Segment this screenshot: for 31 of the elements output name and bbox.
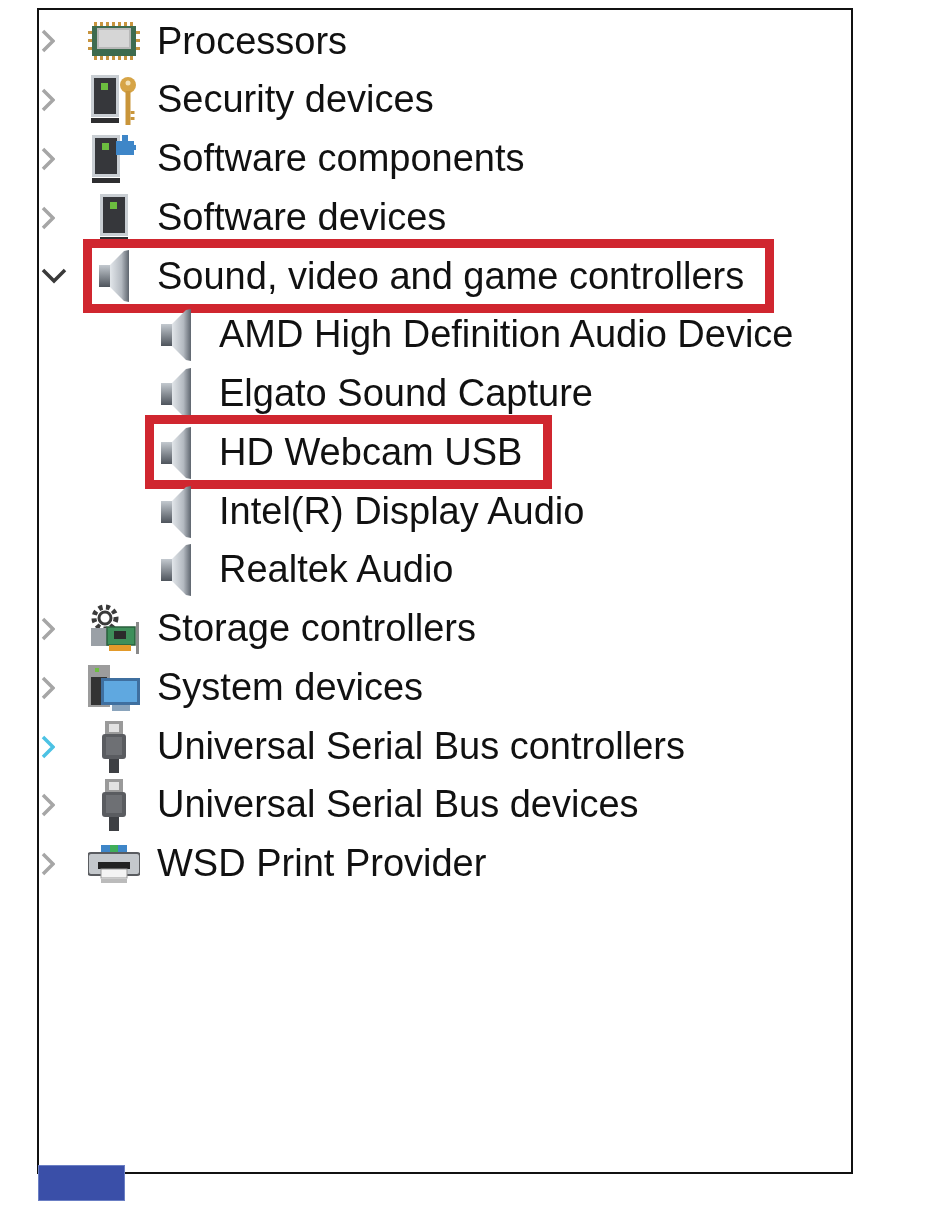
device-category-label[interactable]: Software devices — [157, 195, 447, 240]
usb-plug-icon — [102, 720, 126, 773]
chevron-icon[interactable] — [41, 268, 67, 285]
usb-plug-icon — [102, 779, 126, 832]
device-category-label[interactable]: Software components — [157, 137, 525, 181]
chip-icon — [88, 22, 140, 61]
scrollbar-thumb[interactable] — [38, 1165, 125, 1201]
tower-icon — [100, 193, 128, 242]
speaker-icon — [161, 485, 191, 538]
device-category-label[interactable]: Security devices — [157, 78, 434, 122]
device-label[interactable]: Elgato Sound Capture — [219, 372, 593, 416]
speaker-icon — [161, 544, 191, 597]
device-category-label[interactable]: Universal Serial Bus devices — [157, 783, 639, 828]
speaker-icon — [161, 426, 191, 479]
tower-key-icon — [91, 75, 137, 126]
computer-monitor-icon — [88, 664, 140, 711]
speaker-icon — [99, 250, 129, 303]
device-label[interactable]: HD Webcam USB — [219, 430, 523, 475]
gear-card-icon — [89, 604, 139, 655]
printer-icon — [88, 845, 140, 884]
device-category-label[interactable]: Sound, video and game controllers — [157, 254, 745, 299]
device-label[interactable]: Realtek Audio — [219, 548, 454, 593]
device-category-label[interactable]: WSD Print Provider — [157, 842, 487, 886]
tower-puzzle-icon — [92, 134, 136, 183]
device-category-label[interactable]: System devices — [157, 665, 424, 710]
device-category-label[interactable]: Processors — [157, 19, 348, 64]
device-label[interactable]: AMD High Definition Audio Device — [219, 313, 794, 358]
device-category-label[interactable]: Universal Serial Bus controllers — [157, 724, 685, 769]
device-category-label[interactable]: Storage controllers — [157, 607, 476, 651]
speaker-icon — [161, 309, 191, 362]
device-label[interactable]: Intel(R) Display Audio — [219, 489, 585, 534]
